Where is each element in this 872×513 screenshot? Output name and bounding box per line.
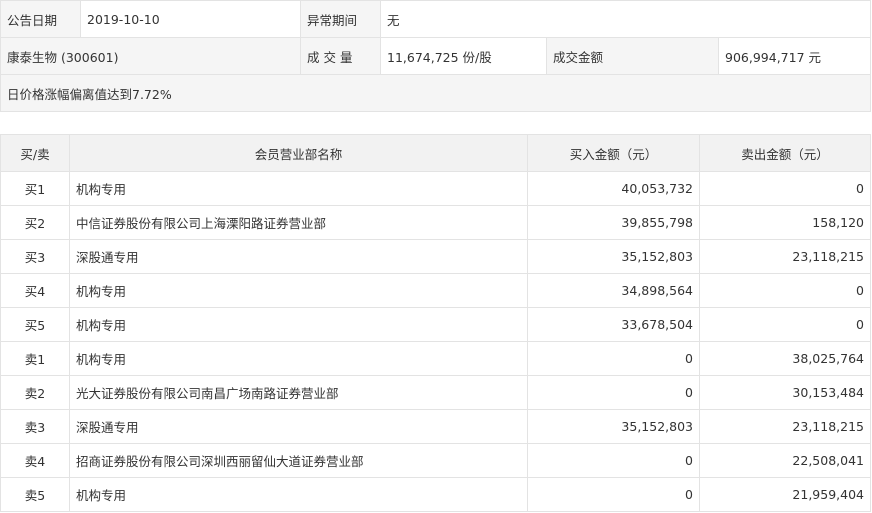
info-row-stock: 康泰生物 (300601) 成 交 量 11,674,725 份/股 成交金额 … xyxy=(0,37,872,75)
row-side: 买5 xyxy=(0,307,70,342)
row-branch-name: 机构专用 xyxy=(69,273,528,308)
row-buy-amount: 39,855,798 xyxy=(527,205,700,240)
volume-value: 11,674,725 份/股 xyxy=(380,37,547,75)
row-sell-amount: 38,025,764 xyxy=(699,341,871,376)
row-branch-name: 深股通专用 xyxy=(69,239,528,274)
row-buy-amount: 0 xyxy=(527,443,700,478)
row-sell-amount: 23,118,215 xyxy=(699,409,871,444)
col-header-sell-amount: 卖出金额（元） xyxy=(699,134,871,172)
row-side: 卖1 xyxy=(0,341,70,376)
row-buy-amount: 0 xyxy=(527,375,700,410)
row-side: 卖5 xyxy=(0,477,70,512)
table-row: 买2 中信证券股份有限公司上海溧阳路证券营业部 39,855,798 158,1… xyxy=(0,205,871,240)
col-header-buy-amount: 买入金额（元） xyxy=(527,134,700,172)
info-row-reason: 日价格涨幅偏离值达到7.72% xyxy=(0,74,872,112)
abnormal-period-label: 异常期间 xyxy=(300,0,381,38)
row-buy-amount: 40,053,732 xyxy=(527,171,700,206)
row-sell-amount: 23,118,215 xyxy=(699,239,871,274)
col-header-side: 买/卖 xyxy=(0,134,70,172)
announce-date-label: 公告日期 xyxy=(0,0,81,38)
table-row: 卖3 深股通专用 35,152,803 23,118,215 xyxy=(0,409,871,444)
announcement-info-table: 公告日期 2019-10-10 异常期间 无 康泰生物 (300601) 成 交… xyxy=(0,0,872,112)
table-row: 买4 机构专用 34,898,564 0 xyxy=(0,273,871,308)
row-side: 买4 xyxy=(0,273,70,308)
table-row: 买5 机构专用 33,678,504 0 xyxy=(0,307,871,342)
table-row: 卖2 光大证券股份有限公司南昌广场南路证券营业部 0 30,153,484 xyxy=(0,375,871,410)
abnormal-period-value: 无 xyxy=(379,0,872,38)
row-buy-amount: 0 xyxy=(527,341,700,376)
row-side: 卖4 xyxy=(0,443,70,478)
volume-label: 成 交 量 xyxy=(300,37,381,75)
turnover-value: 906,994,717 元 xyxy=(717,37,872,75)
row-buy-amount: 0 xyxy=(527,477,700,512)
abnormal-reason: 日价格涨幅偏离值达到7.72% xyxy=(0,74,872,112)
row-side: 买3 xyxy=(0,239,70,274)
row-sell-amount: 0 xyxy=(699,307,871,342)
row-branch-name: 光大证券股份有限公司南昌广场南路证券营业部 xyxy=(69,375,528,410)
row-sell-amount: 21,959,404 xyxy=(699,477,871,512)
row-side: 买1 xyxy=(0,171,70,206)
row-buy-amount: 35,152,803 xyxy=(527,239,700,274)
row-buy-amount: 34,898,564 xyxy=(527,273,700,308)
row-branch-name: 中信证券股份有限公司上海溧阳路证券营业部 xyxy=(69,205,528,240)
row-sell-amount: 30,153,484 xyxy=(699,375,871,410)
table-row: 买1 机构专用 40,053,732 0 xyxy=(0,171,871,206)
col-header-branch: 会员营业部名称 xyxy=(69,134,528,172)
row-buy-amount: 35,152,803 xyxy=(527,409,700,444)
table-row: 卖4 招商证券股份有限公司深圳西丽留仙大道证券营业部 0 22,508,041 xyxy=(0,443,871,478)
row-branch-name: 招商证券股份有限公司深圳西丽留仙大道证券营业部 xyxy=(69,443,528,478)
row-sell-amount: 0 xyxy=(699,273,871,308)
row-branch-name: 机构专用 xyxy=(69,341,528,376)
table-row: 卖1 机构专用 0 38,025,764 xyxy=(0,341,871,376)
table-row: 买3 深股通专用 35,152,803 23,118,215 xyxy=(0,239,871,274)
row-side: 买2 xyxy=(0,205,70,240)
row-branch-name: 机构专用 xyxy=(69,171,528,206)
table-row: 卖5 机构专用 0 21,959,404 xyxy=(0,477,871,512)
table-header-row: 买/卖 会员营业部名称 买入金额（元） 卖出金额（元） xyxy=(0,134,871,172)
turnover-label: 成交金额 xyxy=(546,37,719,75)
row-sell-amount: 0 xyxy=(699,171,871,206)
row-side: 卖2 xyxy=(0,375,70,410)
row-buy-amount: 33,678,504 xyxy=(527,307,700,342)
announce-date-value: 2019-10-10 xyxy=(80,0,301,38)
row-branch-name: 深股通专用 xyxy=(69,409,528,444)
info-row-date: 公告日期 2019-10-10 异常期间 无 xyxy=(0,0,872,38)
stock-name: 康泰生物 (300601) xyxy=(0,37,301,75)
row-branch-name: 机构专用 xyxy=(69,307,528,342)
row-sell-amount: 22,508,041 xyxy=(699,443,871,478)
row-branch-name: 机构专用 xyxy=(69,477,528,512)
row-sell-amount: 158,120 xyxy=(699,205,871,240)
row-side: 卖3 xyxy=(0,409,70,444)
trading-seats-table: 买/卖 会员营业部名称 买入金额（元） 卖出金额（元） 买1 机构专用 40,0… xyxy=(0,134,871,512)
